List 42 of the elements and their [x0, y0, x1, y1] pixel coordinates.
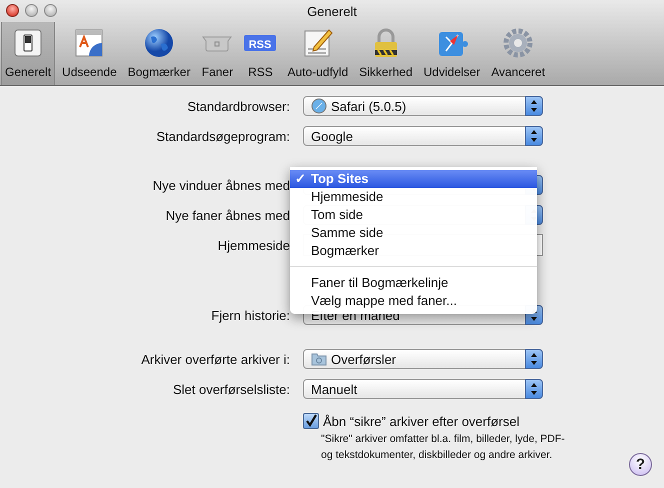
switch-icon	[12, 27, 44, 59]
setting-label: Standardbrowser:	[186, 98, 290, 114]
setting-label: Hjemmeside	[216, 238, 290, 252]
gear-icon	[502, 27, 534, 59]
menu-item[interactable]: Tom side	[290, 206, 537, 224]
popup-button[interactable]: Overførsler	[303, 349, 543, 369]
toolbar-tab[interactable]: Auto-udfyld	[283, 22, 352, 85]
menu-item[interactable]: Hjemmeside	[290, 188, 537, 206]
toolbar-tab[interactable]: Udvidelser	[420, 22, 484, 85]
toolbar-tab[interactable]: Faner	[197, 22, 238, 85]
toolbar-tab[interactable]: Udseende	[58, 22, 121, 85]
toolbar-tab[interactable]: Bogmærker	[124, 22, 194, 85]
menu-item[interactable]: Faner til Bogmærkelinje	[290, 274, 537, 292]
checkbox[interactable]	[303, 413, 319, 429]
minimize-button[interactable]	[25, 4, 38, 17]
popup-button[interactable]: Manuelt	[303, 379, 543, 399]
close-button[interactable]	[6, 4, 19, 17]
folder-icon	[311, 351, 327, 367]
document-icon	[73, 27, 106, 59]
popup-button[interactable]: Google	[303, 126, 543, 146]
setting-label: Slet overførselsliste:	[172, 382, 290, 396]
zoom-button[interactable]	[44, 4, 57, 17]
checkbox-label: Åbn “sikre” arkiver efter overførsel	[323, 414, 520, 428]
setting-label: Nye faner åbnes med	[164, 208, 290, 222]
menu-item[interactable]: Samme side	[290, 224, 537, 242]
toolbar-tab[interactable]: Generelt	[1, 22, 56, 85]
compass-icon	[311, 98, 327, 114]
setting-label: Arkiver overførte arkiver i:	[140, 352, 290, 366]
pencil-form-icon	[302, 27, 334, 59]
setting-label: Fjern historie:	[210, 308, 290, 322]
description-text: "Sikre" arkiver omfatter bl.a. film, billeder, lyde, PDF- og tekstdokumenter, diskbilleder og andre arkiver.	[321, 432, 566, 463]
setting-label: Standardsøgeprogram:	[155, 128, 290, 144]
setting-label: Nye vinduer åbnes med	[152, 178, 290, 192]
toolbar-tab[interactable]: RSS RSS	[240, 22, 280, 85]
toolbar-tab[interactable]: Sikkerhed	[355, 22, 417, 85]
menu-item[interactable]: ✓ Top Sites	[290, 170, 537, 188]
popup-button[interactable]: Safari (5.0.5)	[303, 96, 543, 116]
menu-item[interactable]: Bogmærker	[290, 242, 537, 260]
help-button[interactable]: ?	[629, 453, 652, 476]
toolbar-tab[interactable]: Avanceret	[487, 22, 550, 85]
window-title: Generelt	[307, 4, 357, 18]
globe-icon	[143, 27, 176, 59]
